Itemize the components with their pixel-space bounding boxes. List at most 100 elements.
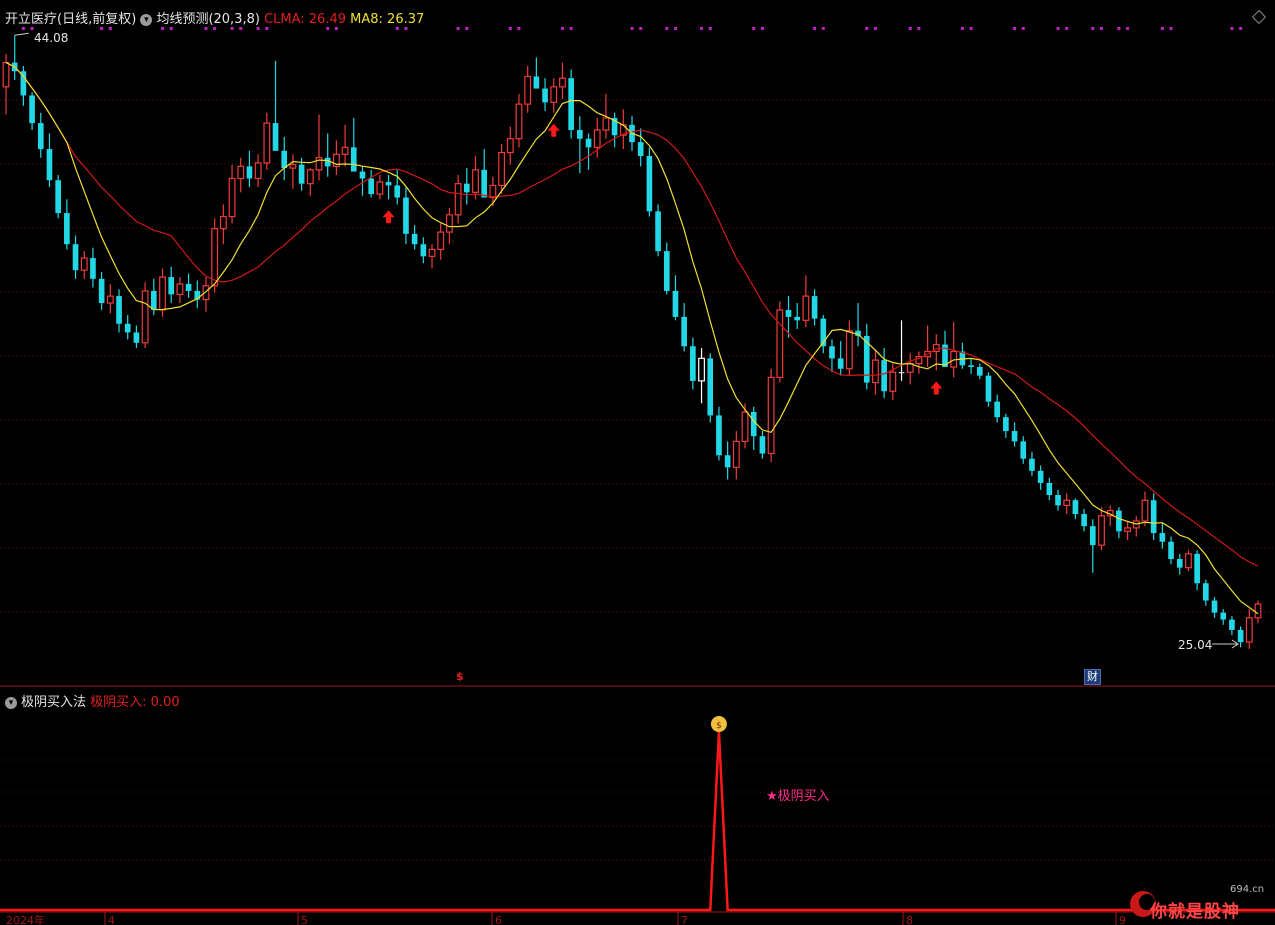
candle-body	[637, 142, 644, 156]
candle-body	[368, 178, 374, 195]
candle	[350, 117, 357, 172]
candle-body	[1072, 500, 1079, 515]
candle	[341, 124, 349, 167]
candle-body	[219, 215, 227, 230]
candle	[228, 164, 236, 224]
candle	[168, 266, 175, 304]
candle-body	[976, 367, 983, 376]
x-axis-month-label: 6	[495, 914, 502, 925]
stock-chart[interactable]: $2024年 4 5 6 7 8 9	[0, 0, 1275, 925]
candle-body	[298, 164, 305, 184]
candle	[481, 149, 488, 198]
candle-body	[1168, 541, 1174, 560]
x-axis-month-label: 5	[301, 914, 308, 925]
candle	[690, 337, 696, 390]
candle	[428, 244, 436, 269]
signal-dot	[700, 27, 704, 30]
candle-body	[463, 183, 470, 193]
candle-body	[228, 177, 236, 218]
candle-body	[2, 61, 10, 88]
candle	[72, 235, 79, 279]
candle	[489, 176, 497, 207]
candle-body	[150, 290, 157, 310]
signal-dot	[960, 27, 964, 30]
candle	[106, 284, 114, 314]
candle	[924, 325, 932, 368]
ma8-value: MA8: 26.37	[350, 12, 425, 27]
signal-dot	[969, 27, 973, 30]
x-axis-year: 2024年	[6, 913, 45, 925]
signal-dot	[1126, 27, 1130, 30]
candle	[976, 363, 983, 380]
candle	[1194, 550, 1200, 591]
candle	[385, 175, 392, 200]
candle	[133, 325, 140, 348]
low-pointer	[1212, 639, 1239, 649]
candle-body	[889, 371, 897, 392]
indicator-toggle-icon[interactable]: ▾	[140, 13, 153, 26]
signal-dot	[569, 27, 573, 30]
signal-dot	[465, 27, 469, 30]
candle-body	[767, 376, 775, 455]
candle-body	[1150, 500, 1157, 534]
candle	[542, 78, 548, 112]
candle-body	[29, 95, 35, 124]
candle-body	[1254, 603, 1262, 619]
signal-dot	[21, 27, 25, 30]
signal-dot	[1117, 27, 1121, 30]
candle	[829, 339, 835, 373]
signal-dot	[108, 27, 112, 30]
signal-dot	[204, 27, 208, 30]
candle	[1185, 550, 1192, 572]
candle-body	[672, 290, 679, 317]
signal-dot	[760, 27, 764, 30]
candle	[176, 277, 184, 304]
candle-body	[550, 86, 558, 103]
sub-indicator-toggle-icon[interactable]: ▾	[5, 696, 17, 709]
low-price-label: 25.04	[1178, 638, 1213, 652]
candle	[254, 154, 262, 188]
signal-dot	[395, 27, 399, 30]
candle	[855, 303, 861, 347]
candle	[577, 116, 583, 174]
sub-indicator-name[interactable]: 极阴买入法	[21, 695, 86, 710]
candle-body	[811, 296, 818, 319]
candle	[185, 273, 192, 298]
candle	[1211, 597, 1218, 618]
candle-body	[481, 169, 488, 198]
candle-body	[1229, 619, 1235, 630]
candle	[759, 431, 766, 459]
candle-body	[1245, 617, 1253, 643]
candle-body	[577, 130, 583, 139]
candle-body	[237, 165, 245, 180]
candle-body	[37, 123, 44, 150]
candle-body	[185, 284, 192, 291]
candle	[1176, 553, 1183, 575]
candle-body	[506, 138, 514, 154]
indicator-name[interactable]: 均线预测(20,3,8)	[156, 12, 260, 27]
signal-dot	[265, 27, 269, 30]
candle	[498, 143, 506, 195]
candle-body	[394, 185, 401, 198]
candle-body	[350, 147, 357, 172]
candle	[707, 353, 714, 423]
cai-badge[interactable]: 财	[1084, 669, 1101, 685]
candle-body	[1185, 553, 1192, 569]
candle-body	[254, 162, 262, 180]
candle	[985, 372, 992, 407]
candle	[794, 303, 801, 329]
signal-dot	[630, 27, 634, 30]
candle	[1089, 519, 1096, 573]
candle	[1116, 507, 1122, 539]
candle-body	[98, 278, 105, 304]
signal-dot	[1239, 27, 1243, 30]
candle	[872, 349, 879, 395]
candle	[46, 133, 53, 188]
candle	[559, 62, 566, 99]
candle-body	[90, 258, 96, 279]
candle	[1020, 436, 1027, 464]
candle-body	[559, 77, 566, 88]
candle-body	[968, 365, 974, 368]
candle-body	[1237, 629, 1244, 643]
signal-dot	[908, 27, 912, 30]
